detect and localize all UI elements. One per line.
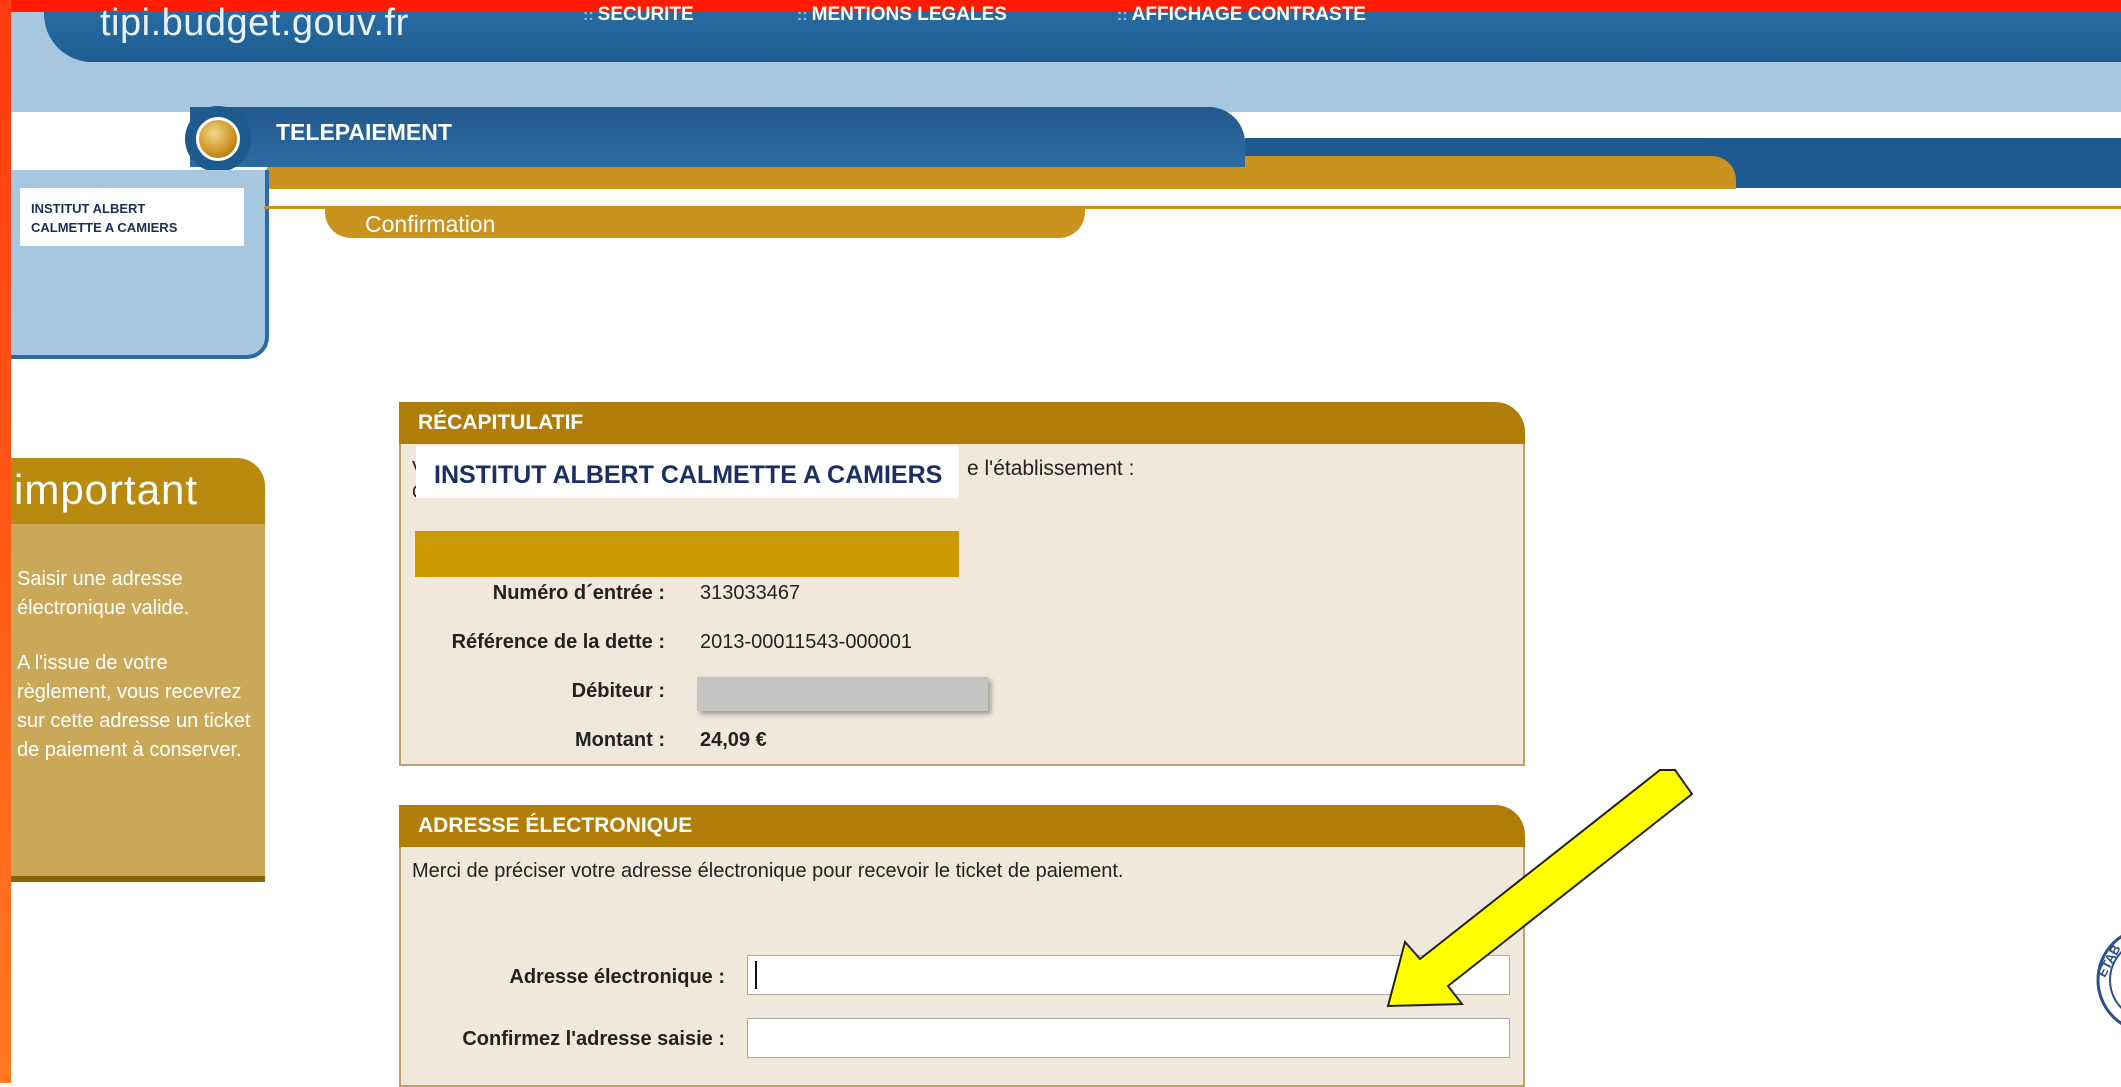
official-seal-icon: ETAB [2094, 935, 2121, 1025]
left-accent-strip [0, 0, 11, 1083]
institution-name-line2: CALMETTE A CAMIERS [31, 220, 178, 235]
confirm-email-label: Confirmez l'adresse saisie : [462, 1028, 725, 1050]
gold-orb-icon [196, 117, 240, 161]
debtor-label: Débiteur : [571, 680, 665, 702]
recap-title: RÉCAPITULATIF [418, 411, 584, 434]
institution-name-line1: INSTITUT ALBERT [31, 201, 146, 216]
confirm-email-field[interactable] [747, 1018, 1510, 1058]
text-caret [755, 961, 757, 989]
yellow-arrow-icon [1386, 769, 1694, 1008]
entry-number-value: 313033467 [700, 582, 801, 604]
nav-dots-icon: :: [583, 7, 594, 22]
step-label: Confirmation [365, 211, 496, 237]
recap-intro-end: e l'établissement : [967, 457, 1135, 480]
institution-name-overlay-text: INSTITUT ALBERT CALMETTE A CAMIERS [434, 461, 943, 489]
email-title: ADRESSE ÉLECTRONIQUE [418, 814, 693, 837]
nav-securite[interactable]: :: SECURITE [583, 4, 694, 22]
amount-value: 24,09 € [700, 729, 767, 751]
important-title: important [14, 466, 199, 513]
site-title[interactable]: tipi.budget.gouv.fr [100, 2, 409, 45]
email-field-label: Adresse électronique : [509, 966, 725, 988]
amount-label: Montant : [575, 729, 665, 751]
email-intro: Merci de préciser votre adresse électron… [412, 860, 1124, 882]
nav-mentions-legales[interactable]: :: MENTIONS LEGALES [797, 4, 1007, 22]
seal-text: ETAB [2094, 942, 2121, 979]
debtor-redacted-value [697, 677, 988, 711]
nav-dots-icon: :: [797, 7, 808, 22]
important-text-2: A l'issue de votre règlement, vous recev… [17, 652, 251, 761]
institution-box [20, 188, 244, 246]
debt-reference-value: 2013-00011543-000001 [700, 631, 913, 653]
service-title: TELEPAIEMENT [276, 119, 452, 145]
nav-affichage-contraste[interactable]: :: AFFICHAGE CONTRASTE [1117, 4, 1366, 22]
nav-dots-icon: :: [1117, 7, 1128, 22]
entry-number-label: Numéro d´entrée : [492, 582, 665, 604]
debt-reference-label: Référence de la dette : [451, 631, 665, 653]
important-text-1: Saisir une adresse électronique valide. [17, 568, 190, 619]
redaction-block [415, 531, 959, 577]
